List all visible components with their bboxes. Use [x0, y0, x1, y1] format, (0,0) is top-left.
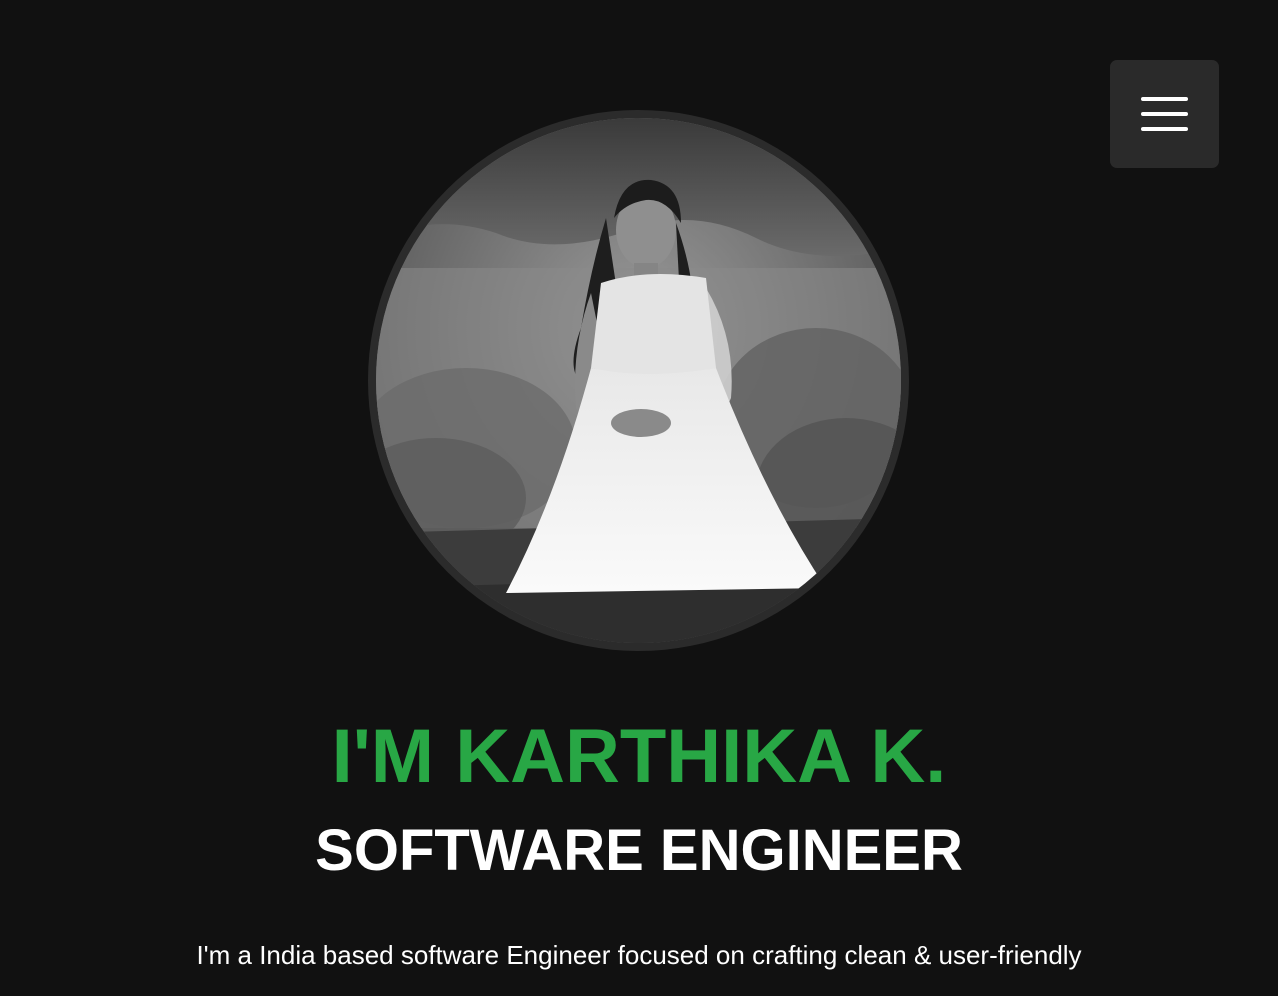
profile-photo: [376, 118, 901, 643]
hero-name: I'M KARTHIKA K.: [331, 714, 947, 799]
menu-button[interactable]: [1110, 60, 1219, 168]
hamburger-menu-icon-bar-bottom: [1141, 127, 1188, 131]
profile-photo-illustration: [376, 118, 901, 643]
page: I'M KARTHIKA K. SOFTWARE ENGINEER I'm a …: [0, 0, 1278, 996]
hero-intro: I'm a India based software Engineer focu…: [196, 940, 1082, 970]
hero-role: SOFTWARE ENGINEER: [315, 818, 963, 883]
hamburger-menu-icon-bar-middle: [1141, 112, 1188, 116]
avatar: [368, 110, 909, 651]
hamburger-menu-icon-bar-top: [1141, 97, 1188, 101]
